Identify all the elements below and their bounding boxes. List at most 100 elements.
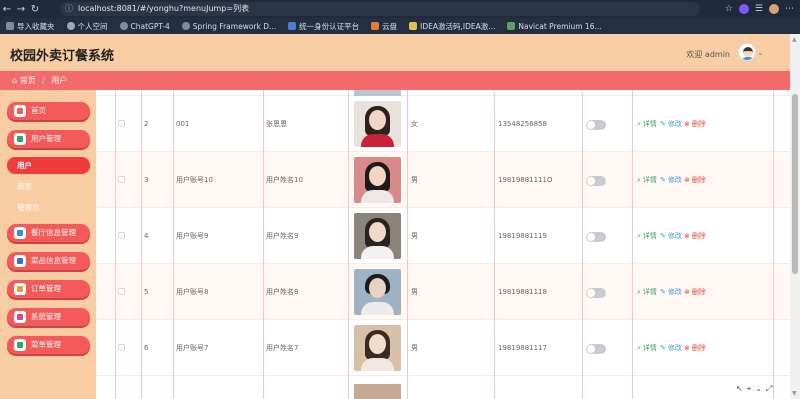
- table-row: 3 用户账号10 用户姓名10 男 19819881111O ⌕ 详情 ✎ 修改 ⊗…: [96, 152, 790, 208]
- back-icon[interactable]: ←: [0, 4, 14, 15]
- scroll-down-icon[interactable]: ▼: [792, 390, 797, 397]
- status-toggle[interactable]: [586, 344, 606, 354]
- row-index: 2: [144, 120, 149, 128]
- bookmark-item[interactable]: ChatGPT-4: [119, 22, 170, 31]
- edit-button[interactable]: ✎ 修改: [660, 152, 682, 208]
- delete-button[interactable]: ⊗ 删除: [684, 96, 706, 152]
- bookmark-item[interactable]: 个人空间: [66, 21, 108, 32]
- close-circle-icon: ⊗: [684, 176, 690, 184]
- info-icon: ⓘ: [65, 4, 73, 13]
- column-divider: [494, 90, 495, 399]
- sidebar-subitem-admins[interactable]: 管理员: [7, 199, 90, 216]
- row-index: 6: [144, 344, 149, 352]
- address-bar[interactable]: ⓘ localhost:8081/#/yonghu?menuJump=列表: [60, 2, 700, 16]
- user-gender: 男: [411, 176, 418, 184]
- delete-button[interactable]: ⊗ 删除: [684, 264, 706, 320]
- user-account: 用户账号9: [176, 232, 209, 240]
- profile-icon[interactable]: [769, 4, 779, 14]
- column-divider: [115, 90, 116, 399]
- user-phone: 19819881118: [498, 288, 547, 296]
- edit-icon: ✎: [660, 344, 666, 352]
- status-toggle[interactable]: [586, 288, 606, 298]
- sidebar-subitem-merchants[interactable]: 商家: [7, 178, 90, 195]
- home-icon: [14, 105, 26, 117]
- expand-icon[interactable]: ⤢: [766, 384, 776, 393]
- edit-button[interactable]: ✎ 修改: [660, 208, 682, 264]
- chevron-down-icon[interactable]: ⌄: [755, 384, 766, 393]
- welcome-text: 欢迎 admin: [686, 50, 730, 59]
- sidebar-item-home[interactable]: 首页: [7, 102, 90, 120]
- favorites-icon[interactable]: ☰: [755, 4, 763, 14]
- row-checkbox[interactable]: [118, 176, 125, 183]
- bookmark-item[interactable]: IDEA激活码,IDEA激...: [409, 21, 495, 32]
- edit-button[interactable]: ✎ 修改: [660, 96, 682, 152]
- scroll-up-icon[interactable]: ▲: [792, 36, 797, 43]
- sidebar-item-order-management[interactable]: 订单管理: [7, 280, 90, 298]
- row-index: 3: [144, 176, 149, 184]
- star-icon[interactable]: ☆: [725, 4, 733, 14]
- extension-icon[interactable]: [738, 4, 749, 14]
- column-divider: [582, 90, 583, 399]
- bookmark-item[interactable]: 云盘: [371, 21, 397, 32]
- search-icon: ⌕: [637, 232, 641, 240]
- row-index: 4: [144, 232, 149, 240]
- search-icon: ⌕: [637, 288, 641, 296]
- pointer-icon[interactable]: ↖: [736, 384, 747, 393]
- scrollbar[interactable]: ▲ ▼: [790, 34, 800, 399]
- row-checkbox[interactable]: [118, 288, 125, 295]
- sidebar-item-system-management[interactable]: 系统管理: [7, 308, 90, 326]
- detail-button[interactable]: ⌕ 详情: [637, 208, 657, 264]
- column-divider: [173, 90, 174, 399]
- breadcrumb-separator: /: [42, 76, 45, 85]
- forward-icon[interactable]: →: [14, 4, 28, 15]
- delete-button[interactable]: ⊗ 删除: [684, 152, 706, 208]
- chevron-down-icon[interactable]: ⌄: [757, 48, 764, 57]
- user-photo: [354, 213, 401, 259]
- edit-button[interactable]: ✎ 修改: [660, 320, 682, 376]
- table-row: 2 001 张恩恩 女 13548256858 ⌕ 详情 ✎ 修改 ⊗ 删除: [96, 96, 790, 152]
- avatar[interactable]: [738, 43, 756, 61]
- table-row: 6 用户账号7 用户姓名7 男 19819881117 ⌕ 详情 ✎ 修改 ⊗ 删除: [96, 320, 790, 376]
- breadcrumb: ⌂ 首页 / 用户: [0, 71, 790, 90]
- sidebar-subitem-users[interactable]: 用户: [7, 157, 90, 174]
- close-circle-icon: ⊗: [684, 344, 690, 352]
- detail-button[interactable]: ⌕ 详情: [637, 320, 657, 376]
- status-toggle[interactable]: [586, 120, 606, 130]
- edit-button[interactable]: ✎ 修改: [660, 264, 682, 320]
- scrollbar-thumb[interactable]: [792, 94, 798, 274]
- status-toggle[interactable]: [586, 176, 606, 186]
- sidebar-item-menu-management[interactable]: 菜单管理: [7, 336, 90, 354]
- sidebar-item-restaurant-management[interactable]: 餐厅信息管理: [7, 224, 90, 242]
- sidebar-item-user-management[interactable]: 用户管理: [7, 130, 90, 148]
- bookmark-item[interactable]: 导入收藏夹: [6, 21, 55, 32]
- user-name: 用户姓名9: [266, 232, 299, 240]
- detail-button[interactable]: ⌕ 详情: [637, 152, 657, 208]
- order-icon: [14, 283, 26, 295]
- sidebar-item-dish-management[interactable]: 菜品信息管理: [7, 252, 90, 270]
- detail-button[interactable]: ⌕ 详情: [637, 264, 657, 320]
- doc-icon: [14, 339, 26, 351]
- row-index: 5: [144, 288, 149, 296]
- delete-button[interactable]: ⊗ 删除: [684, 208, 706, 264]
- detail-button[interactable]: ⌕ 详情: [637, 96, 657, 152]
- user-name: 用户姓名8: [266, 288, 299, 296]
- user-photo: [354, 384, 401, 399]
- bookmark-item[interactable]: 统一身份认证平台: [288, 21, 359, 32]
- edit-icon: ✎: [660, 120, 666, 128]
- column-divider: [632, 90, 633, 399]
- browser-titlebar: ← → ↻ ⓘ localhost:8081/#/yonghu?menuJump…: [0, 0, 800, 18]
- table-row: 4 用户账号9 用户姓名9 男 19819881119 ⌕ 详情 ✎ 修改 ⊗ 删除: [96, 208, 790, 264]
- more-icon[interactable]: ⋯: [785, 4, 794, 14]
- bookmark-item[interactable]: Spring Framework D...: [181, 22, 276, 31]
- status-toggle[interactable]: [586, 232, 606, 242]
- row-checkbox[interactable]: [118, 344, 125, 351]
- table-row: 5 用户账号8 用户姓名8 男 19819881118 ⌕ 详情 ✎ 修改 ⊗ 删除: [96, 264, 790, 320]
- reload-icon[interactable]: ↻: [28, 4, 42, 15]
- row-checkbox[interactable]: [118, 232, 125, 239]
- row-checkbox[interactable]: [118, 120, 125, 127]
- bookmark-item[interactable]: Navicat Premium 16...: [507, 22, 602, 31]
- pin-icon[interactable]: ⌖: [747, 384, 756, 393]
- column-divider: [348, 90, 349, 399]
- delete-button[interactable]: ⊗ 删除: [684, 320, 706, 376]
- breadcrumb-home[interactable]: 首页: [20, 76, 36, 85]
